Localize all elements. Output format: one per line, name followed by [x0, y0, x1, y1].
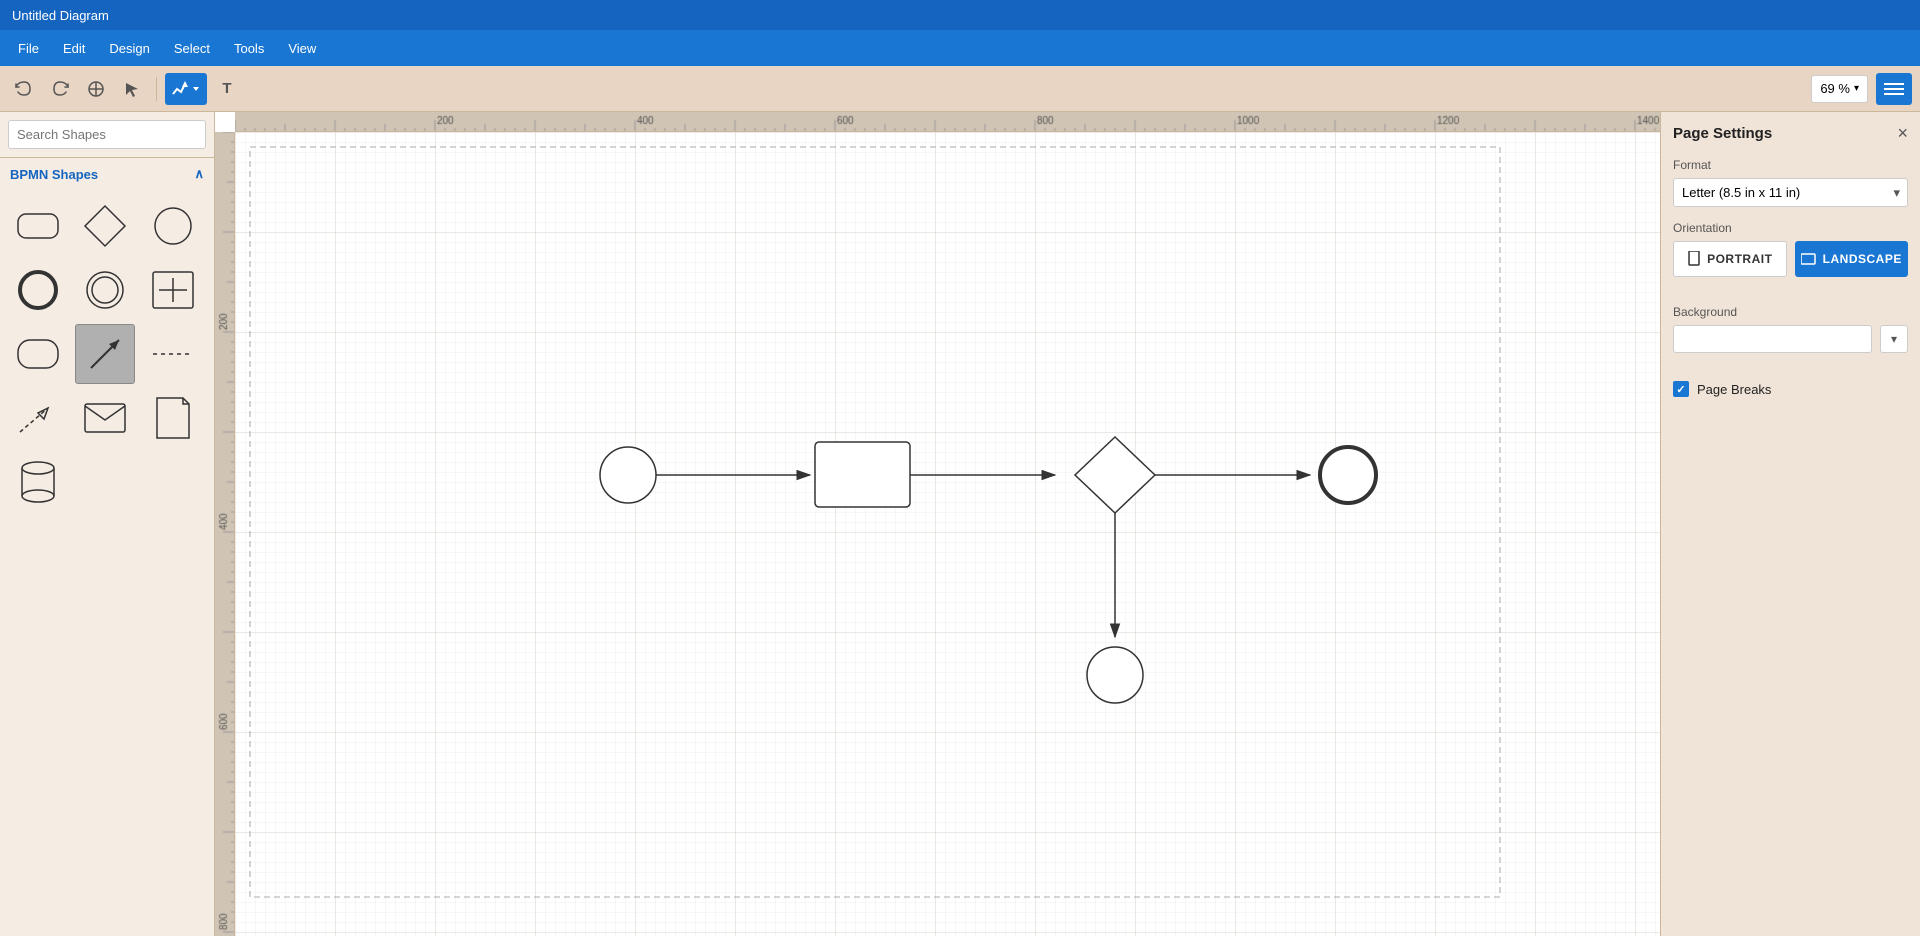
end-event-2[interactable] [1087, 647, 1143, 703]
background-color-dropdown[interactable]: ▾ [1880, 325, 1908, 353]
orientation-label: Orientation [1673, 221, 1908, 235]
shape-rounded-rect[interactable] [8, 196, 68, 256]
shape-diamond[interactable] [75, 196, 135, 256]
toolbar-right: 69 % ▾ [1811, 73, 1912, 105]
background-row: ▾ [1673, 325, 1908, 353]
format-line-3 [1884, 93, 1904, 95]
search-shapes-container [0, 112, 214, 158]
bpmn-shapes-collapse-icon: ∧ [194, 166, 204, 182]
connector-icon [171, 80, 189, 98]
portrait-button[interactable]: PORTRAIT [1673, 241, 1787, 277]
panel-header: Page Settings × [1673, 124, 1908, 142]
format-label: Format [1673, 158, 1908, 172]
undo-button[interactable] [8, 73, 40, 105]
canvas-container[interactable] [215, 112, 1660, 936]
format-row: Format Letter (8.5 in x 11 in) A4 (8.27 … [1673, 158, 1908, 207]
main-layout: BPMN Shapes ∧ [0, 112, 1920, 936]
ruler-canvas-top [235, 112, 1660, 132]
diagram-canvas[interactable] [235, 132, 1660, 936]
sidebar: BPMN Shapes ∧ [0, 112, 215, 936]
select-button[interactable] [116, 73, 148, 105]
toolbar: T 69 % ▾ [0, 66, 1920, 112]
undo-icon [15, 80, 33, 98]
bpmn-shapes-label: BPMN Shapes [10, 167, 98, 182]
shape-cylinder[interactable] [8, 452, 68, 512]
format-select[interactable]: Letter (8.5 in x 11 in) A4 (8.27 in x 11… [1673, 178, 1908, 207]
shape-circle-outline[interactable] [75, 260, 135, 320]
shape-rounded-rect-2[interactable] [8, 324, 68, 384]
menu-design[interactable]: Design [99, 37, 159, 60]
menu-view[interactable]: View [278, 37, 326, 60]
shape-dashed-arrow[interactable] [8, 388, 68, 448]
menu-tools[interactable]: Tools [224, 37, 274, 60]
ruler-left [215, 132, 235, 936]
app-title: Untitled Diagram [12, 8, 109, 23]
title-bar: Untitled Diagram [0, 0, 1920, 30]
menu-select[interactable]: Select [164, 37, 220, 60]
redo-icon [51, 80, 69, 98]
landscape-label: LANDSCAPE [1823, 252, 1902, 266]
ruler-top [235, 112, 1660, 132]
landscape-icon [1801, 252, 1817, 266]
zoom-control[interactable]: 69 % ▾ [1811, 75, 1868, 103]
panel-title: Page Settings [1673, 125, 1772, 142]
menu-file[interactable]: File [8, 37, 49, 60]
shape-document[interactable] [143, 388, 203, 448]
format-panel-button[interactable] [1876, 73, 1912, 105]
page-breaks-checkbox[interactable] [1673, 381, 1689, 397]
format-select-wrapper: Letter (8.5 in x 11 in) A4 (8.27 in x 11… [1673, 178, 1908, 207]
shape-arrow-selected[interactable] [75, 324, 135, 384]
shape-circle-thick[interactable] [8, 260, 68, 320]
redo-button[interactable] [44, 73, 76, 105]
orientation-row-container: Orientation PORTRAIT LANDSCAPE [1673, 221, 1908, 291]
text-button[interactable]: T [211, 73, 243, 105]
task-1[interactable] [815, 442, 910, 507]
bpmn-shapes-section[interactable]: BPMN Shapes ∧ [0, 158, 214, 190]
shape-circle-thin[interactable] [143, 196, 203, 256]
shapes-grid [0, 190, 214, 518]
background-label: Background [1673, 305, 1908, 319]
toolbar-separator-1 [156, 77, 157, 101]
text-tool-label: T [222, 80, 231, 97]
format-line-1 [1884, 83, 1904, 85]
right-panel: Page Settings × Format Letter (8.5 in x … [1660, 112, 1920, 936]
page-breaks-label: Page Breaks [1697, 382, 1771, 397]
format-line-2 [1884, 88, 1904, 90]
search-shapes-input[interactable] [8, 120, 206, 149]
orientation-row: PORTRAIT LANDSCAPE [1673, 241, 1908, 277]
connector-dropdown-icon [191, 84, 201, 94]
pan-icon [86, 79, 106, 99]
page-breaks-row: Page Breaks [1673, 381, 1908, 397]
ruler-canvas-left [215, 132, 235, 936]
landscape-button[interactable]: LANDSCAPE [1795, 241, 1909, 277]
zoom-dropdown-icon: ▾ [1854, 83, 1859, 94]
shape-envelope[interactable] [75, 388, 135, 448]
connector-button[interactable] [165, 73, 207, 105]
shape-rect-plus[interactable] [143, 260, 203, 320]
portrait-icon [1687, 251, 1701, 267]
background-row-container: Background ▾ [1673, 305, 1908, 367]
pan-button[interactable] [80, 73, 112, 105]
end-event-1[interactable] [1320, 447, 1376, 503]
zoom-value: 69 % [1820, 81, 1850, 96]
shape-dashed-line[interactable] [143, 324, 203, 384]
select-icon [124, 81, 140, 97]
menu-edit[interactable]: Edit [53, 37, 95, 60]
background-color-box[interactable] [1673, 325, 1872, 353]
panel-close-button[interactable]: × [1897, 124, 1908, 142]
start-event[interactable] [600, 447, 656, 503]
menu-bar: File Edit Design Select Tools View [0, 30, 1920, 66]
diagram-svg [235, 132, 1660, 936]
portrait-label: PORTRAIT [1707, 252, 1772, 266]
